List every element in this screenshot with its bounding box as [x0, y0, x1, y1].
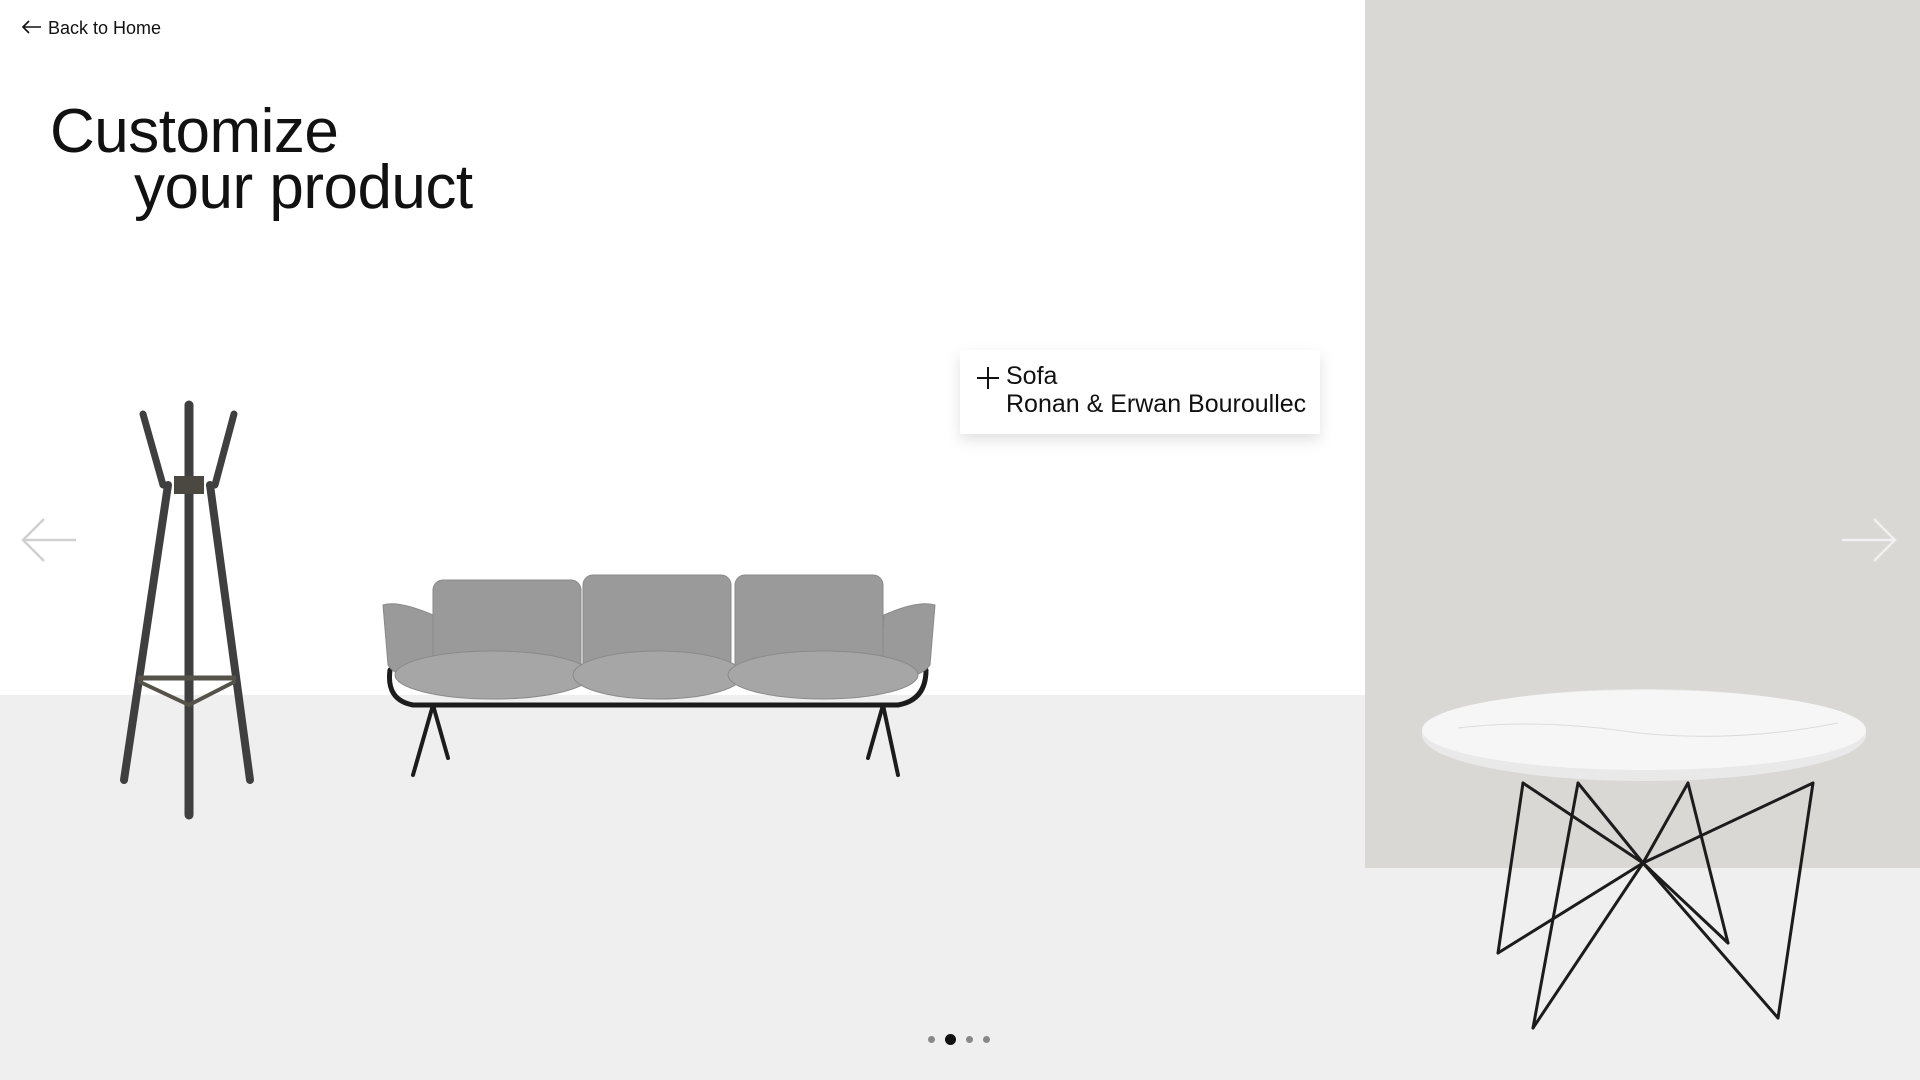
previous-product-arrow-icon[interactable]: [20, 516, 78, 564]
marble-table-product[interactable]: [1418, 688, 1870, 1038]
product-info-title: Sofa: [1006, 362, 1058, 390]
product-info-designer: Ronan & Erwan Bouroullec: [1006, 390, 1307, 418]
arrow-left-icon: [21, 18, 42, 39]
carousel-dot-3[interactable]: [966, 1036, 973, 1043]
page-title-line2: your product: [134, 152, 473, 222]
carousel-dot-2[interactable]: [945, 1034, 956, 1045]
plus-icon: [977, 367, 999, 389]
carousel-dot-1[interactable]: [928, 1036, 935, 1043]
carousel-pagination: [928, 1034, 990, 1045]
next-product-arrow-icon[interactable]: [1840, 516, 1898, 564]
sofa-product[interactable]: [378, 570, 940, 782]
back-to-home-link[interactable]: Back to Home: [21, 18, 162, 39]
product-info-card[interactable]: Sofa Ronan & Erwan Bouroullec: [960, 350, 1320, 434]
page-title: Customize your product: [50, 100, 473, 222]
coat-stand-product[interactable]: [110, 400, 260, 820]
back-to-home-label: Back to Home: [48, 18, 162, 38]
carousel-dot-4[interactable]: [983, 1036, 990, 1043]
